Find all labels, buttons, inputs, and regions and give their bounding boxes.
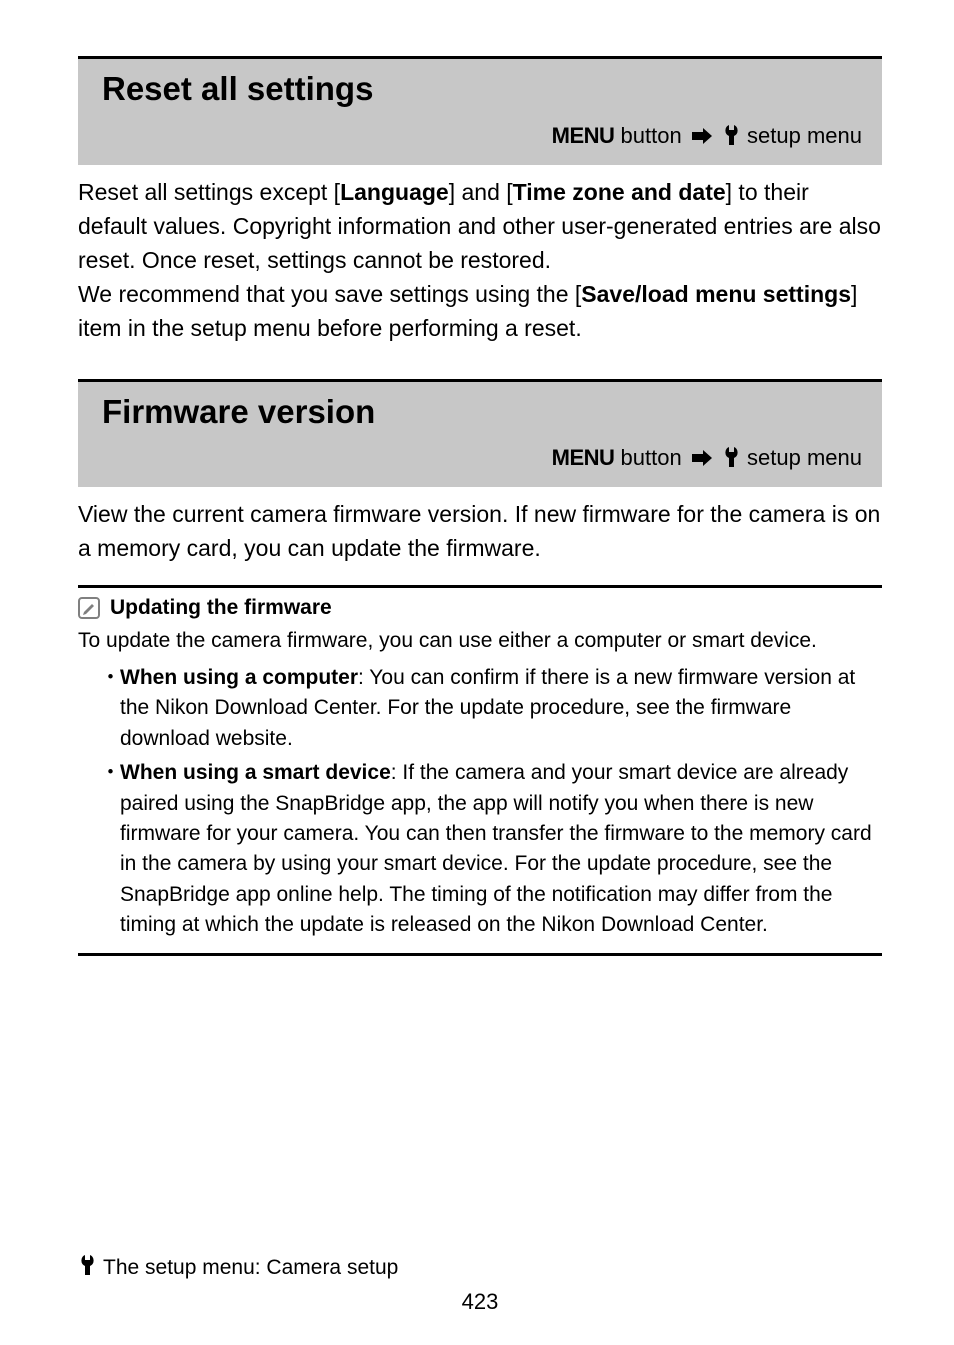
tip-intro: To update the camera firmware, you can u… bbox=[78, 626, 882, 656]
footer-title: The setup menu: Camera setup bbox=[103, 1256, 398, 1280]
wrench-icon bbox=[724, 125, 739, 151]
section-body: Reset all settings except [Language] and… bbox=[78, 175, 882, 345]
arrow-right-icon bbox=[692, 124, 712, 150]
tip-box: Updating the firmware To update the came… bbox=[78, 585, 882, 955]
footer-breadcrumb: The setup menu: Camera setup bbox=[78, 1255, 882, 1281]
menu-label: MENU bbox=[552, 123, 615, 148]
section-body: View the current camera firmware version… bbox=[78, 497, 882, 565]
wrench-icon bbox=[80, 1255, 95, 1281]
page-number: 423 bbox=[78, 1289, 882, 1315]
menu-breadcrumb: MENU button setup menu bbox=[102, 445, 862, 473]
menu-label: MENU bbox=[552, 445, 615, 470]
pencil-icon bbox=[78, 597, 100, 619]
tip-list: When using a computer: You can confirm i… bbox=[78, 663, 882, 941]
tip-list-item: When using a smart device: If the camera… bbox=[100, 758, 882, 941]
section-title: Reset all settings bbox=[102, 69, 862, 109]
setup-menu-label: setup menu bbox=[741, 123, 862, 148]
tip-heading-text: Updating the firmware bbox=[110, 596, 332, 620]
wrench-icon bbox=[724, 447, 739, 473]
section-reset-all-settings: Reset all settings MENU button setup men… bbox=[78, 56, 882, 345]
tip-list-item: When using a computer: You can confirm i… bbox=[100, 663, 882, 754]
page-footer: The setup menu: Camera setup 423 bbox=[78, 1245, 882, 1315]
setup-menu-label: setup menu bbox=[741, 445, 862, 470]
section-header: Firmware version MENU button setup menu bbox=[78, 379, 882, 488]
tip-heading: Updating the firmware bbox=[78, 596, 882, 620]
button-word: button bbox=[614, 123, 687, 148]
button-word: button bbox=[614, 445, 687, 470]
section-firmware-version: Firmware version MENU button setup menu … bbox=[78, 379, 882, 566]
section-header: Reset all settings MENU button setup men… bbox=[78, 56, 882, 165]
menu-breadcrumb: MENU button setup menu bbox=[102, 123, 862, 151]
arrow-right-icon bbox=[692, 446, 712, 472]
section-title: Firmware version bbox=[102, 392, 862, 432]
